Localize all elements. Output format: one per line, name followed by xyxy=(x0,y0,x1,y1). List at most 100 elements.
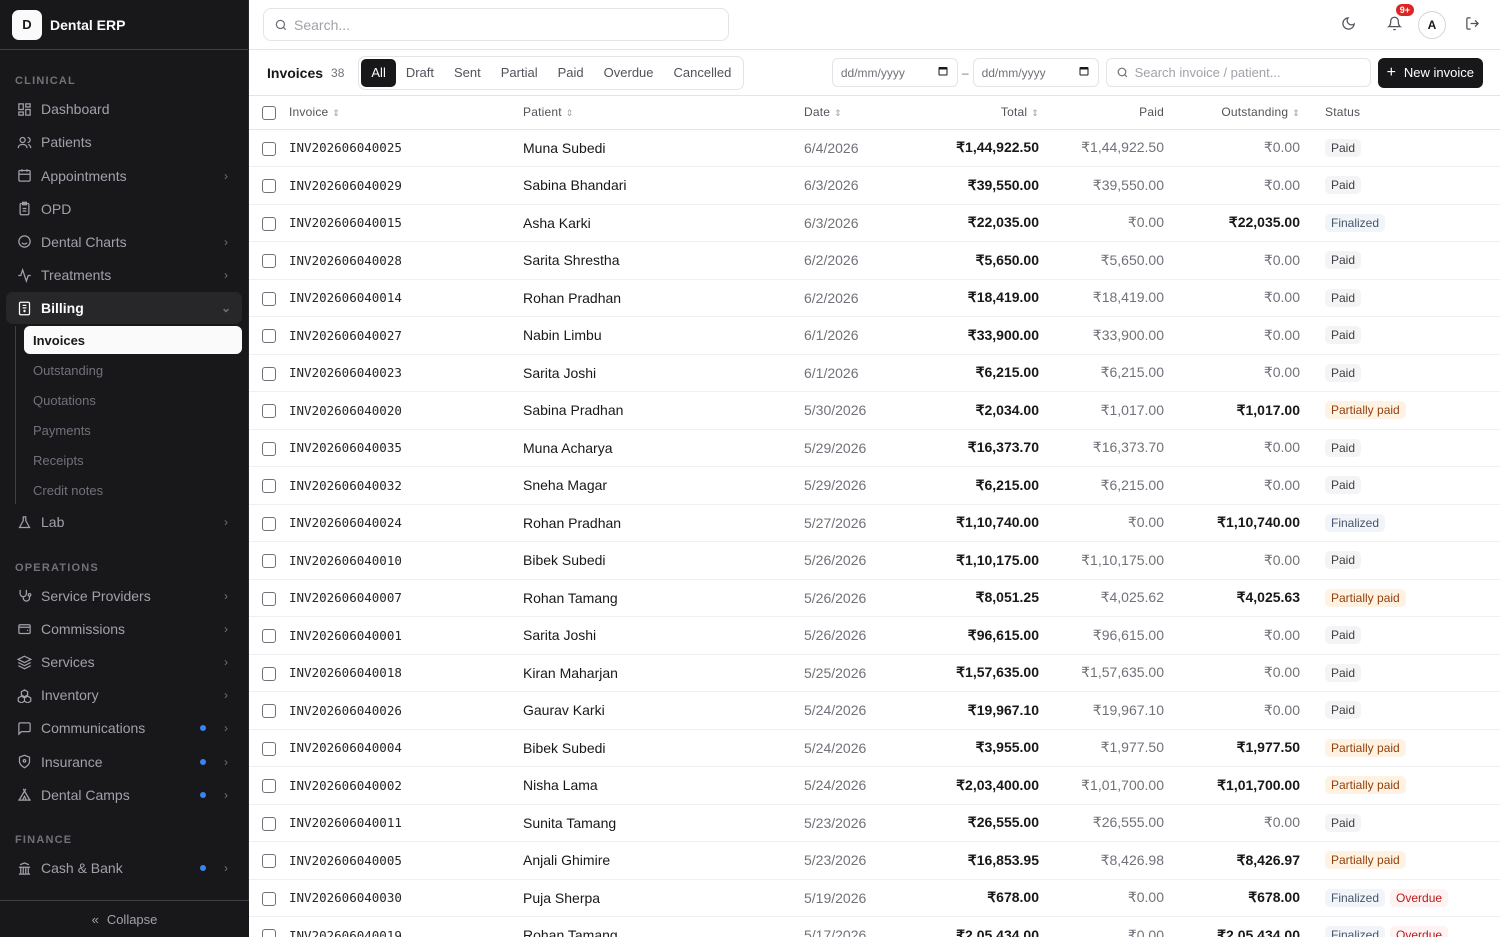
column-header-date[interactable]: Date ⇕ xyxy=(804,96,904,130)
row-checkbox[interactable] xyxy=(262,291,276,306)
table-row[interactable]: INV202606040020 Sabina Pradhan 5/30/2026 ₹2… xyxy=(249,391,1500,430)
tab-cancelled[interactable]: Cancelled xyxy=(664,59,742,87)
global-search-input[interactable]: Search... xyxy=(263,8,729,41)
sidebar-item-lab[interactable]: Lab › xyxy=(6,506,242,538)
subnav-item-outstanding[interactable]: Outstanding xyxy=(24,356,242,384)
table-row[interactable]: INV202606040025 Muna Subedi 6/4/2026 ₹1,44,… xyxy=(249,129,1500,167)
sidebar-item-services[interactable]: Services › xyxy=(6,646,242,678)
sidebar-item-billing[interactable]: Billing ⌄ xyxy=(6,292,242,325)
row-checkbox[interactable] xyxy=(262,741,276,756)
table-row[interactable]: INV202606040023 Sarita Joshi 6/1/2026 ₹6,21… xyxy=(249,354,1500,392)
row-checkbox[interactable] xyxy=(262,441,276,456)
row-checkbox[interactable] xyxy=(262,554,276,569)
sidebar-item-dental-camps[interactable]: Dental Camps › xyxy=(6,779,242,811)
tab-draft[interactable]: Draft xyxy=(396,59,444,87)
row-checkbox[interactable] xyxy=(262,816,276,831)
column-header-patient[interactable]: Patient ⇕ xyxy=(523,96,804,130)
row-checkbox[interactable] xyxy=(262,329,276,344)
invoice-number[interactable]: INV202606040002 xyxy=(289,766,523,805)
sidebar-item-cash-bank[interactable]: Cash & Bank › xyxy=(6,852,242,884)
sidebar-item-insurance[interactable]: Insurance › xyxy=(6,746,242,778)
invoice-number[interactable]: INV202606040029 xyxy=(289,166,523,205)
select-all-checkbox[interactable] xyxy=(262,105,276,120)
subnav-item-credit-notes[interactable]: Credit notes xyxy=(24,476,242,504)
invoice-number[interactable]: INV202606040011 xyxy=(289,804,523,842)
subnav-item-receipts[interactable]: Receipts xyxy=(24,446,242,474)
tab-sent[interactable]: Sent xyxy=(444,59,491,87)
collapse-button[interactable]: « Collapse xyxy=(0,900,249,937)
sidebar-item-service-providers[interactable]: Service Providers › xyxy=(6,580,242,612)
tab-partial[interactable]: Partial xyxy=(491,59,548,87)
subnav-item-invoices[interactable]: Invoices xyxy=(24,326,242,355)
table-row[interactable]: INV202606040035 Muna Acharya 5/29/2026 ₹16,… xyxy=(249,429,1500,467)
table-row[interactable]: INV202606040027 Nabin Limbu 6/1/2026 ₹33,90… xyxy=(249,316,1500,355)
row-checkbox[interactable] xyxy=(262,929,276,937)
row-checkbox[interactable] xyxy=(262,854,276,869)
row-checkbox[interactable] xyxy=(262,479,276,494)
invoice-number[interactable]: INV202606040035 xyxy=(289,429,523,467)
row-checkbox[interactable] xyxy=(262,366,276,381)
logout-button[interactable] xyxy=(1458,11,1486,39)
row-checkbox[interactable] xyxy=(262,779,276,794)
invoice-number[interactable]: INV202606040014 xyxy=(289,279,523,317)
column-header-invoice[interactable]: Invoice ⇕ xyxy=(289,96,523,130)
table-row[interactable]: INV202606040007 Rohan Tamang 5/26/2026 ₹8,0… xyxy=(249,579,1500,617)
invoice-number[interactable]: INV202606040020 xyxy=(289,391,523,430)
date-from-input[interactable]: dd/mm/yyyy xyxy=(831,58,958,87)
table-row[interactable]: INV202606040014 Rohan Pradhan 6/2/2026 ₹18,… xyxy=(249,279,1500,317)
column-header-outstanding[interactable]: Outstanding ⇕ xyxy=(1164,96,1300,130)
invoice-number[interactable]: INV202606040010 xyxy=(289,541,523,580)
tab-overdue[interactable]: Overdue xyxy=(594,59,664,87)
invoice-number[interactable]: INV202606040004 xyxy=(289,729,523,767)
table-row[interactable]: INV202606040019 Rohan Tamang 5/17/2026 ₹2,0… xyxy=(249,916,1500,937)
invoice-number[interactable]: INV202606040030 xyxy=(289,879,523,917)
invoice-number[interactable]: INV202606040025 xyxy=(289,129,523,167)
table-row[interactable]: INV202606040015 Asha Karki 6/3/2026 ₹22,035… xyxy=(249,204,1500,242)
row-checkbox[interactable] xyxy=(262,704,276,719)
table-row[interactable]: INV202606040026 Gaurav Karki 5/24/2026 ₹19,… xyxy=(249,691,1500,730)
table-row[interactable]: INV202606040011 Sunita Tamang 5/23/2026 ₹26… xyxy=(249,804,1500,842)
new-invoice-button[interactable]: + New invoice xyxy=(1377,57,1483,88)
invoice-number[interactable]: INV202606040015 xyxy=(289,204,523,242)
sidebar-item-dental-charts[interactable]: Dental Charts › xyxy=(6,226,242,258)
invoice-search-input[interactable]: Search invoice / patient... xyxy=(1105,58,1371,87)
theme-toggle-button[interactable] xyxy=(1334,11,1362,39)
table-row[interactable]: INV202606040010 Bibek Subedi 5/26/2026 ₹1,1… xyxy=(249,541,1500,580)
table-row[interactable]: INV202606040028 Sarita Shrestha 6/2/2026 ₹5… xyxy=(249,241,1500,280)
row-checkbox[interactable] xyxy=(262,666,276,681)
sidebar-item-commissions[interactable]: Commissions › xyxy=(6,613,242,645)
column-header-total[interactable]: Total ⇕ xyxy=(904,96,1039,130)
table-row[interactable]: INV202606040002 Nisha Lama 5/24/2026 ₹2,03,… xyxy=(249,766,1500,805)
invoice-number[interactable]: INV202606040024 xyxy=(289,504,523,542)
invoice-number[interactable]: INV202606040005 xyxy=(289,841,523,880)
sidebar-item-patients[interactable]: Patients xyxy=(6,126,242,158)
table-row[interactable]: INV202606040024 Rohan Pradhan 5/27/2026 ₹1,… xyxy=(249,504,1500,542)
row-checkbox[interactable] xyxy=(262,891,276,906)
invoice-number[interactable]: INV202606040028 xyxy=(289,241,523,280)
invoice-number[interactable]: INV202606040032 xyxy=(289,466,523,505)
table-row[interactable]: INV202606040005 Anjali Ghimire 5/23/2026 ₹1… xyxy=(249,841,1500,880)
sidebar-item-communications[interactable]: Communications › xyxy=(6,712,242,744)
row-checkbox[interactable] xyxy=(262,216,276,231)
table-row[interactable]: INV202606040029 Sabina Bhandari 6/3/2026 ₹3… xyxy=(249,166,1500,205)
row-checkbox[interactable] xyxy=(262,179,276,194)
table-row[interactable]: INV202606040001 Sarita Joshi 5/26/2026 ₹96,… xyxy=(249,616,1500,655)
tab-all[interactable]: All xyxy=(361,58,396,87)
invoice-number[interactable]: INV202606040026 xyxy=(289,691,523,730)
invoice-number[interactable]: INV202606040007 xyxy=(289,579,523,617)
table-row[interactable]: INV202606040018 Kiran Maharjan 5/25/2026 ₹1… xyxy=(249,654,1500,692)
sidebar-item-opd[interactable]: OPD xyxy=(6,193,242,225)
invoice-number[interactable]: INV202606040019 xyxy=(289,916,523,937)
sidebar-item-appointments[interactable]: Appointments › xyxy=(6,160,242,192)
row-checkbox[interactable] xyxy=(262,254,276,269)
table-row[interactable]: INV202606040030 Puja Sherpa 5/19/2026 ₹678.… xyxy=(249,879,1500,917)
table-row[interactable]: INV202606040032 Sneha Magar 5/29/2026 ₹6,21… xyxy=(249,466,1500,505)
row-checkbox[interactable] xyxy=(262,404,276,419)
table-row[interactable]: INV202606040004 Bibek Subedi 5/24/2026 ₹3,9… xyxy=(249,729,1500,767)
sidebar-item-inventory[interactable]: Inventory › xyxy=(6,679,242,711)
sidebar-item-treatments[interactable]: Treatments › xyxy=(6,259,242,291)
tab-paid[interactable]: Paid xyxy=(548,59,594,87)
avatar[interactable]: A xyxy=(1418,10,1446,39)
invoice-number[interactable]: INV202606040027 xyxy=(289,316,523,355)
invoice-number[interactable]: INV202606040001 xyxy=(289,616,523,655)
